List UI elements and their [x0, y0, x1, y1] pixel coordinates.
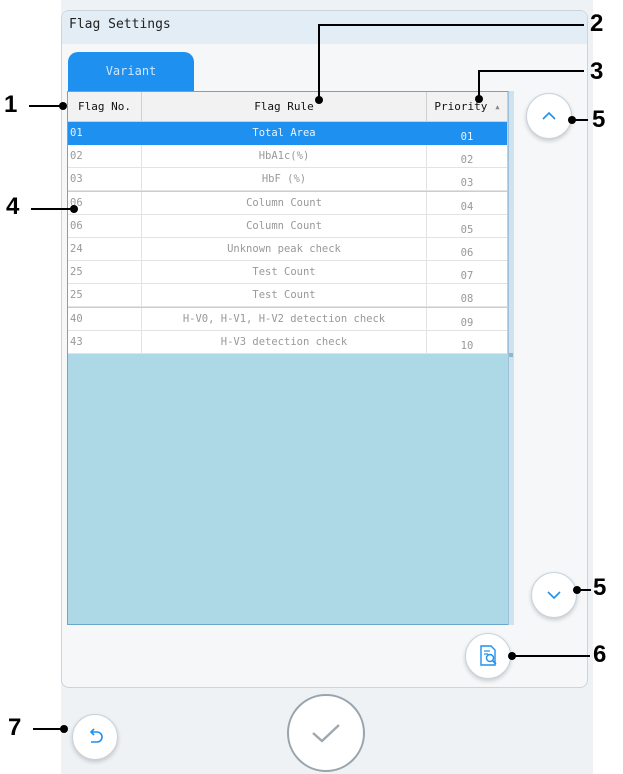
sort-ascending-icon: ▲ — [495, 102, 500, 111]
callout-line-6 — [510, 655, 590, 657]
priority-cell: 05 — [460, 223, 474, 236]
chevron-down-icon — [547, 591, 561, 600]
window-title: Flag Settings — [69, 17, 171, 32]
checkmark-icon — [312, 724, 340, 743]
flag-rule-cell: Total Area — [142, 122, 427, 144]
callout-5-bottom: 5 — [593, 574, 607, 601]
callout-line-1 — [29, 105, 63, 107]
flag-no-cell: 03 — [68, 168, 142, 191]
table-row[interactable]: 43 H-V3 detection check 10 — [68, 330, 507, 354]
flag-no-cell: 43 — [68, 330, 142, 353]
callout-dot-7 — [60, 725, 68, 733]
table-row[interactable]: 03 HbF (%) 03 — [68, 168, 507, 192]
document-search-icon — [480, 645, 497, 666]
flag-rule-cell: Column Count — [142, 191, 427, 214]
flag-no-cell: 02 — [68, 145, 142, 168]
table-row[interactable]: 06 Column Count 05 — [68, 214, 507, 238]
flag-rule-cell: H-V0, H-V1, H-V2 detection check — [142, 307, 427, 330]
callout-line-2a — [318, 24, 584, 26]
callout-line-4 — [31, 208, 73, 210]
flag-rule-cell: HbA1c(%) — [142, 145, 427, 168]
priority-cell: 01 — [460, 131, 474, 143]
column-header-label: Flag Rule — [254, 100, 314, 113]
flag-no-cell: 01 — [68, 122, 142, 144]
table-row[interactable]: 06 Column Count 04 — [68, 191, 507, 215]
table-row[interactable]: 40 H-V0, H-V1, H-V2 detection check 09 — [68, 307, 507, 331]
column-header-label: Flag No. — [78, 100, 131, 113]
flag-no-cell: 06 — [68, 191, 142, 214]
details-button[interactable] — [465, 633, 511, 679]
chevron-up-icon — [542, 111, 556, 120]
priority-cell: 08 — [460, 293, 474, 306]
callout-6: 6 — [593, 641, 607, 668]
priority-cell: 03 — [460, 177, 474, 190]
flag-rule-cell: Unknown peak check — [142, 238, 427, 260]
table-row[interactable]: 02 HbA1c(%) 02 — [68, 145, 507, 169]
callout-line-2b — [318, 24, 320, 99]
table-row[interactable]: 25 Test Count 07 — [68, 261, 507, 285]
flag-no-cell: 06 — [68, 214, 142, 237]
flag-rule-cell: HbF (%) — [142, 168, 427, 191]
back-button[interactable] — [72, 714, 118, 760]
column-header-flag-no[interactable]: Flag No. — [68, 92, 142, 122]
callout-1: 1 — [4, 91, 18, 118]
scroll-up-button[interactable] — [526, 93, 572, 139]
priority-cell: 09 — [460, 316, 474, 329]
callout-2: 2 — [590, 10, 604, 37]
flag-no-cell: 24 — [68, 238, 142, 260]
callout-dot-3 — [475, 95, 483, 103]
priority-cell: 07 — [460, 270, 474, 283]
undo-arrow-icon — [89, 728, 103, 743]
table-row[interactable]: 24 Unknown peak check 06 — [68, 238, 507, 261]
table-scrollbar[interactable] — [508, 91, 514, 625]
callout-7: 7 — [8, 714, 22, 741]
priority-cell: 04 — [460, 200, 474, 213]
callout-dot-5-bottom — [573, 586, 581, 594]
flag-no-cell: 40 — [68, 307, 142, 330]
callout-line-3b — [478, 70, 480, 98]
table-row[interactable]: 01 Total Area 01 — [68, 122, 507, 145]
callout-dot-2 — [315, 96, 323, 104]
callout-line-3a — [478, 70, 584, 72]
callout-3: 3 — [590, 58, 604, 85]
callout-5-top: 5 — [592, 106, 606, 133]
scroll-down-button[interactable] — [531, 572, 577, 618]
priority-cell: 02 — [460, 154, 474, 167]
callout-4: 4 — [6, 193, 20, 220]
priority-cell: 06 — [460, 247, 474, 259]
callout-dot-6 — [508, 652, 516, 660]
flag-rule-cell: Test Count — [142, 261, 427, 284]
scrollbar-thumb[interactable] — [509, 353, 513, 357]
callout-line-7 — [33, 728, 63, 730]
table-row[interactable]: 25 Test Count 08 — [68, 284, 507, 308]
priority-cell: 10 — [460, 339, 474, 352]
column-header-priority[interactable]: Priority ▲ — [427, 92, 507, 122]
flag-no-cell: 25 — [68, 284, 142, 307]
tab-variant[interactable]: Variant — [68, 52, 194, 92]
callout-dot-1 — [59, 102, 67, 110]
confirm-button[interactable] — [287, 694, 365, 772]
flag-rule-cell: Test Count — [142, 284, 427, 307]
callout-dot-5-top — [568, 116, 576, 124]
callout-dot-4 — [70, 205, 78, 213]
column-header-flag-rule[interactable]: Flag Rule — [142, 92, 427, 122]
flag-no-cell: 25 — [68, 261, 142, 284]
flag-rule-cell: Column Count — [142, 214, 427, 237]
flag-rule-cell: H-V3 detection check — [142, 330, 427, 353]
